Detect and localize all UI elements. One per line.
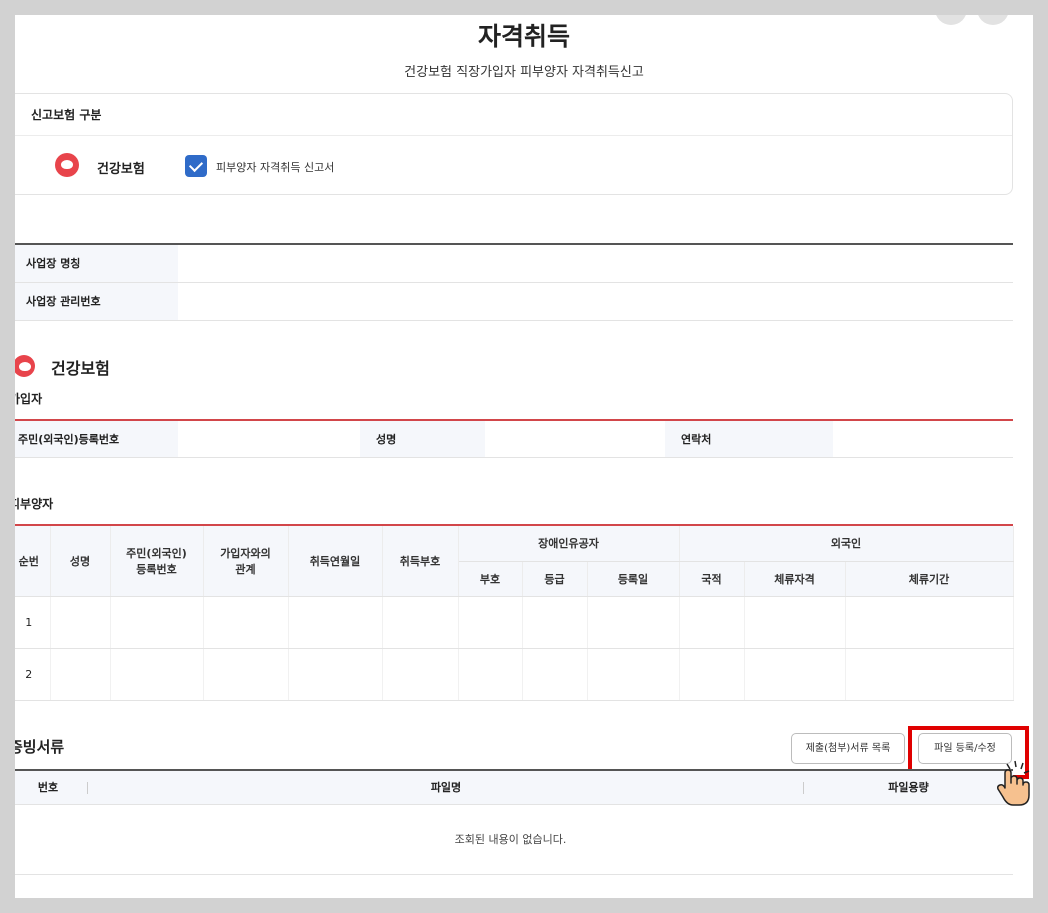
cell — [288, 596, 383, 649]
cell — [203, 596, 289, 649]
cell — [744, 596, 846, 649]
col-disabled-group: 장애인유공자 — [458, 526, 680, 562]
col-name: 성명 — [50, 526, 111, 597]
page-title: 자격취득 — [477, 22, 570, 51]
table-row: 사업장 명칭 — [15, 245, 1013, 283]
cell — [522, 596, 588, 649]
cell — [845, 648, 1014, 701]
cell — [288, 648, 383, 701]
col-file-name: 파일명 — [88, 771, 804, 804]
document-list-button[interactable]: 제출(첨부)서류 목록 — [791, 733, 905, 764]
subscriber-name-label: 성명 — [360, 421, 485, 457]
cell — [382, 596, 459, 649]
col-file-no: 번호 — [15, 771, 88, 804]
hand-cursor-icon — [997, 760, 1030, 806]
col-id: 주민(외국인) 등록번호 — [110, 526, 204, 597]
subscriber-name-value — [485, 421, 665, 457]
table-row: 사업장 관리번호 — [15, 283, 1013, 321]
page-subtitle: 건강보험 직장가입자 피부양자 자격취득신고 — [404, 65, 644, 80]
cell — [679, 648, 745, 701]
page: 자격취득 건강보험 직장가입자 피부양자 자격취득신고 신고보험 구분 건강보험… — [15, 15, 1033, 898]
cell — [587, 648, 680, 701]
col-relation-line1: 가입자와의 — [220, 546, 271, 560]
cell — [845, 596, 1014, 649]
empty-message: 조회된 내용이 없습니다. — [15, 805, 1013, 875]
report-insurance-label: 신고보험 구분 — [15, 94, 1012, 136]
col-relation-line2: 관계 — [235, 562, 256, 576]
dependents-title: 피부양자 — [15, 497, 54, 511]
workplace-name-label: 사업장 명칭 — [15, 245, 178, 282]
cell — [458, 648, 523, 701]
col-stay-status: 체류자격 — [744, 561, 846, 597]
col-id-line1: 주민(외국인) — [126, 546, 187, 560]
subscriber-id-label: 주민(외국인)등록번호 — [15, 421, 178, 457]
table-row: 2 — [15, 648, 1014, 701]
col-acq-code: 취득부호 — [382, 526, 459, 597]
subscriber-contact-label: 연락처 — [665, 421, 833, 457]
checkbox-label[interactable]: 피부양자 자격취득 신고서 — [216, 159, 334, 175]
subscriber-id-value — [178, 421, 360, 457]
row-seq: 2 — [15, 648, 51, 701]
cell — [50, 648, 111, 701]
cell — [382, 648, 459, 701]
table-row: 1 — [15, 596, 1014, 649]
report-insurance-box: 신고보험 구분 건강보험 피부양자 자격취득 신고서 — [15, 93, 1013, 195]
col-id-line2: 등록번호 — [136, 562, 177, 576]
file-table-header: 번호 파일명 파일용량 — [15, 771, 1013, 805]
file-table: 번호 파일명 파일용량 조회된 내용이 없습니다. — [15, 769, 1013, 875]
table-row: 주민(외국인)등록번호 성명 연락처 — [15, 421, 1013, 458]
workplace-number-value — [178, 283, 1013, 320]
col-disabled-reg-date: 등록일 — [587, 561, 680, 597]
health-section-title: 건강보험 — [51, 359, 110, 378]
col-seq: 순번 — [15, 526, 51, 597]
check-icon[interactable] — [185, 155, 207, 177]
workplace-number-label: 사업장 관리번호 — [15, 283, 178, 320]
row-seq: 1 — [15, 596, 51, 649]
cell — [203, 648, 289, 701]
col-file-size: 파일용량 — [888, 781, 929, 794]
heart-icon — [55, 153, 79, 177]
cell — [679, 596, 745, 649]
col-relation: 가입자와의 관계 — [203, 526, 289, 597]
col-stay-period: 체류기간 — [845, 561, 1014, 597]
cell — [110, 648, 204, 701]
col-foreigner-group: 외국인 — [679, 526, 1014, 562]
subscriber-contact-value — [833, 421, 1013, 457]
workplace-table: 사업장 명칭 사업장 관리번호 — [15, 243, 1013, 321]
col-acq-date: 취득연월일 — [288, 526, 383, 597]
col-nationality: 국적 — [679, 561, 745, 597]
col-disabled-code: 부호 — [458, 561, 523, 597]
cell — [744, 648, 846, 701]
cell — [458, 596, 523, 649]
cell — [522, 648, 588, 701]
col-disabled-grade: 등급 — [522, 561, 588, 597]
workplace-name-value — [178, 245, 1013, 282]
subscriber-title: 가입자 — [15, 392, 43, 406]
evidence-title: 증빙서류 — [15, 738, 65, 756]
cell — [50, 596, 111, 649]
dependents-table: 순번 성명 주민(외국인) 등록번호 가입자와의 관계 취득연월일 취득부호 장… — [15, 524, 1014, 701]
cell — [587, 596, 680, 649]
heart-icon — [15, 355, 35, 377]
insurance-name: 건강보험 — [97, 162, 145, 177]
cell — [110, 596, 204, 649]
subscriber-table: 주민(외국인)등록번호 성명 연락처 — [15, 419, 1013, 458]
